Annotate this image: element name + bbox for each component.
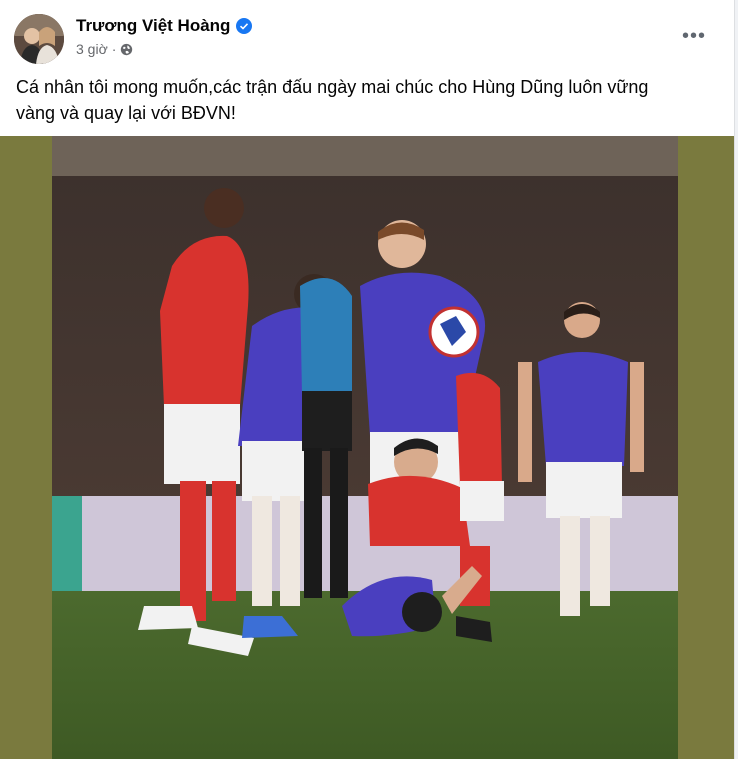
more-options-button[interactable]: •••: [676, 24, 712, 48]
post-text-line: Cá nhân tôi mong muốn,các trận đấu ngày …: [16, 77, 649, 97]
post-time[interactable]: 3 giờ: [76, 41, 108, 57]
globe-icon[interactable]: [120, 43, 133, 56]
more-options-icon: •••: [681, 24, 706, 47]
author-name-row: Trương Việt Hoàng: [76, 16, 253, 36]
football-photo-image: [52, 136, 678, 759]
post-meta: 3 giờ ·: [76, 41, 133, 57]
post-photo[interactable]: [52, 136, 678, 759]
post-text: Cá nhân tôi mong muốn,các trận đấu ngày …: [16, 74, 706, 126]
post-media[interactable]: [0, 136, 734, 759]
meta-separator: ·: [111, 41, 117, 57]
post-header: Trương Việt Hoàng 3 giờ · ••• Cá nhân tô…: [0, 0, 734, 130]
author-avatar[interactable]: [14, 14, 64, 64]
verified-badge-icon: [236, 18, 253, 34]
post-text-line: vàng và quay lại với BĐVN!: [16, 103, 236, 123]
post-card: Trương Việt Hoàng 3 giờ · ••• Cá nhân tô…: [0, 0, 735, 759]
avatar-image: [14, 14, 64, 64]
author-name[interactable]: Trương Việt Hoàng: [76, 16, 230, 36]
